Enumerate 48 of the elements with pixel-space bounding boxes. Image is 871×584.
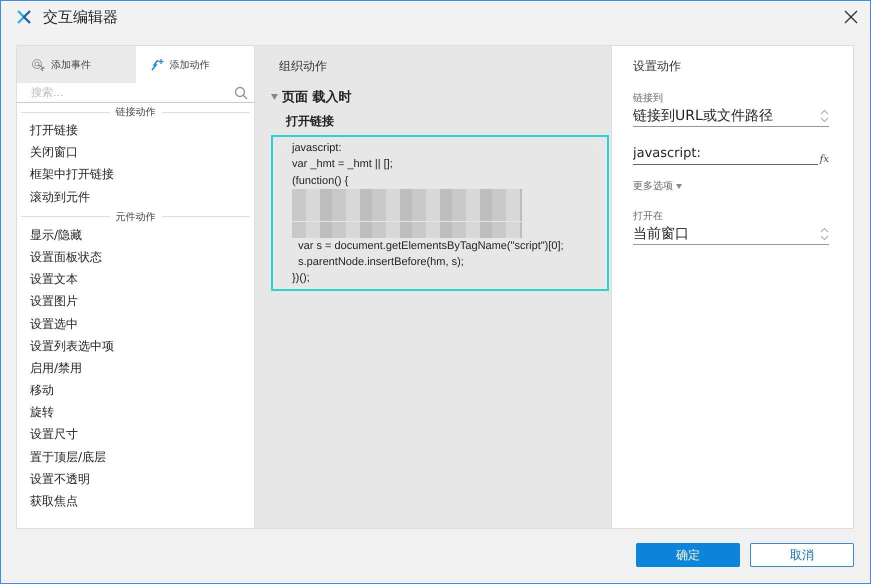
code-line: s.parentNode.insertBefore(hm, s); [297,255,465,270]
updown-icon [820,226,829,240]
code-line: javascript: [292,141,343,156]
panel-title: 组织动作 [279,58,328,75]
code-block[interactable]: javascript: var _hmt = _hmt || []; (function() { var s = document.getElementsByTagName("script")[0]; s.parentNode.insertBefore(hm, s); })(); [271,135,609,291]
action-item[interactable]: 设置列表选中项 [17,334,254,357]
action-item[interactable]: 移动 [17,379,254,402]
group-header: 链接动作 [114,106,156,119]
window-title: 交互编辑器 [43,8,119,26]
tab[interactable]: 添加事件 [17,46,136,83]
group-header: 元件动作 [114,210,156,224]
action-item[interactable]: 设置文本 [17,268,254,290]
action-item[interactable]: 置于顶层/底层 [17,446,254,468]
action-item[interactable]: 显示/隐藏 [17,224,254,246]
code-line: var _hmt = _hmt || []; [292,157,394,172]
field-label: 链接到 [633,92,664,105]
more-options-toggle[interactable]: 更多选项 [633,179,682,193]
action-name[interactable]: 打开链接 [286,113,601,130]
dropdown[interactable]: 链接到URL或文件路径 [633,105,829,127]
action-item[interactable]: 打开链接 [17,119,254,142]
action-item[interactable]: 旋转 [17,401,254,424]
field-label: 打开在 [633,210,664,223]
search-icon [234,86,248,100]
action-item[interactable]: 设置不透明 [17,468,254,490]
action-item[interactable]: 获取焦点 [17,490,254,512]
sparkle-icon [150,58,164,72]
panel-title: 设置动作 [633,58,682,75]
close-icon[interactable] [844,10,858,24]
code-line: var s = document.getElementsByTagName("script")[0]; [297,238,565,254]
search-field[interactable]: 搜索... [29,85,234,100]
action-item[interactable]: 启用/禁用 [17,356,254,380]
confirm-button[interactable]: 确定 [636,543,740,567]
action-item[interactable]: 设置面板状态 [17,246,254,268]
action-item[interactable]: 设置图片 [17,290,254,312]
code-line: })(); [292,271,311,286]
cancel-button[interactable]: 取消 [750,543,854,567]
logo-icon [17,10,31,24]
function-button[interactable]: fx [820,154,829,165]
pointer-icon [31,58,45,72]
event-name[interactable]: 页面 载入时 [282,88,352,106]
updown-icon [820,108,829,122]
action-item[interactable]: 设置尺寸 [17,423,254,446]
action-item[interactable]: 关闭窗口 [17,141,254,164]
action-item[interactable]: 框架中打开链接 [17,163,254,186]
code-line: (function() { [292,174,350,189]
action-item[interactable]: 设置选中 [17,312,254,335]
action-item[interactable]: 滚动到元件 [17,186,254,208]
dropdown[interactable]: 当前窗口 [633,223,829,245]
